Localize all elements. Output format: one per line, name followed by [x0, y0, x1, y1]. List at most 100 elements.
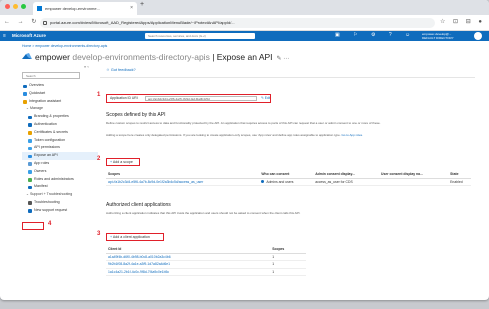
- feedback-label: ☺ Got feedback?: [106, 68, 136, 72]
- sidebar-item-new-support-request[interactable]: New support request: [22, 207, 98, 215]
- column-header[interactable]: Scopes: [106, 170, 260, 179]
- account-directory: DEFAULT DIRECTORY: [422, 36, 454, 40]
- table-cell: Admins and users: [259, 178, 314, 186]
- menu-item-icon: [28, 178, 32, 182]
- add-client-label: Add a client application: [112, 235, 150, 239]
- sidebar-item-expose-an-api[interactable]: Expose an API: [22, 152, 98, 160]
- page-title: empower develop-environments-directory-a…: [22, 52, 289, 62]
- clients-body: a1a49f4b-d6f0-4b98-b0c8-a010b2a3c4b6 1 9b2…: [106, 253, 306, 276]
- sidebar-item-label: Manage: [30, 106, 44, 111]
- menu-search-input[interactable]: Search: [22, 72, 80, 79]
- sidebar-item-label: Roles and administrators: [34, 176, 74, 181]
- browser-toolbar-icons[interactable]: ☆ ⊡ ⊟ ●: [440, 18, 485, 25]
- menu-item-icon: [28, 170, 32, 174]
- resource-menu: Search « ‹ Overview Quickstart Integration …: [22, 64, 98, 274]
- new-tab-button[interactable]: +: [140, 1, 144, 8]
- avatar[interactable]: [474, 32, 482, 40]
- azure-brand[interactable]: Microsoft Azure: [12, 33, 46, 38]
- minimize-window-button[interactable]: [13, 4, 18, 9]
- table-cell: [379, 178, 449, 186]
- account-info[interactable]: empower-develop@... DEFAULT DIRECTORY: [422, 32, 454, 40]
- sidebar-item-integration-assistant[interactable]: Integration assistant: [22, 98, 98, 106]
- sidebar-item-quickstart[interactable]: Quickstart: [22, 90, 98, 98]
- sidebar-item-manage[interactable]: ⌄ Manage: [22, 105, 98, 113]
- menu-item-icon: [28, 162, 32, 166]
- azure-favicon-icon: [37, 6, 42, 11]
- column-header[interactable]: Scopes: [270, 245, 306, 254]
- sidebar-item-label: API permissions: [34, 145, 60, 150]
- menu-item-icon: [28, 115, 32, 120]
- portal-tool-icons[interactable]: ▣ ⚐ ⚙ ? ☺: [335, 32, 416, 38]
- column-header[interactable]: Client Id: [106, 245, 271, 254]
- menu-item-icon: [28, 185, 32, 190]
- url-text: portal.azure.com/#view/Microsoft_AAD_Reg…: [50, 20, 235, 25]
- column-header[interactable]: User consent display na...: [379, 170, 449, 179]
- clients-heading: Authorized client applications: [106, 202, 171, 208]
- menu-item-icon: [28, 139, 32, 143]
- client-id-link[interactable]: 9b2b1f08-8a2f-4a1e-a3f9-1d7a82a4d6e1: [106, 260, 271, 269]
- client-id-link[interactable]: a1a49f4b-d6f0-4b98-b0c8-a010b2a3c4b6: [106, 253, 271, 261]
- sidebar-item-token-configuration[interactable]: Token configuration: [22, 137, 98, 145]
- step-marker-3: 3: [97, 231, 101, 237]
- scopes-header-row: Scopes Who can consent Admin consent displ…: [106, 170, 471, 179]
- feedback-link[interactable]: ☺ Got feedback?: [106, 68, 136, 72]
- sidebar-item-label: Support + Troubleshooting: [30, 192, 73, 197]
- table-cell: access_as_user for CDS: [313, 178, 379, 186]
- step-marker-4: 4: [48, 221, 52, 227]
- sidebar-item-authentication[interactable]: Authentication: [22, 121, 98, 129]
- sidebar-item-label: Authentication: [34, 121, 57, 126]
- scopes-table: Scopes Who can consent Admin consent displ…: [106, 170, 471, 186]
- column-header[interactable]: Admin consent display...: [313, 170, 379, 179]
- browser-tab[interactable]: empower develop-environme... ×: [33, 2, 137, 15]
- sidebar-item-label: Token configuration: [34, 137, 66, 142]
- title-actions-icon[interactable]: ✎ ···: [277, 56, 290, 62]
- table-row[interactable]: api://a1b2c3d4-e5f6-4a7b-8c9d-0e1f2a3b4c…: [106, 178, 471, 186]
- sidebar-item-branding-properties[interactable]: Branding & properties: [22, 113, 98, 121]
- sidebar-item-roles-and-administrators[interactable]: Roles and administrators: [22, 176, 98, 184]
- manifest-highlight: [22, 222, 44, 230]
- menu-item-icon: [28, 209, 32, 213]
- menu-item-icon: [28, 154, 32, 159]
- sidebar-item-support-troubleshooting[interactable]: ⌄ Support + Troubleshooting: [22, 191, 98, 199]
- sidebar-item-overview[interactable]: Overview: [22, 82, 98, 90]
- scopes-note: Adding a scope here creates only delegat…: [106, 133, 436, 137]
- sidebar-item-certificates-secrets[interactable]: Certificates & secrets: [22, 129, 98, 137]
- table-row[interactable]: 1a1c4a21-2b1f-4c0c-9f8d-7f4a9c0e1b5c 1: [106, 268, 306, 276]
- collapse-menu-icon[interactable]: « ‹: [84, 64, 89, 69]
- column-header[interactable]: State: [448, 170, 471, 179]
- tab-close-icon[interactable]: ×: [130, 2, 133, 15]
- table-row[interactable]: 9b2b1f08-8a2f-4a1e-a3f9-1d7a82a4d6e1 1: [106, 260, 306, 269]
- url-field[interactable]: portal.azure.com/#view/Microsoft_AAD_Reg…: [40, 18, 435, 28]
- add-client-application-button[interactable]: + Add a client application: [106, 233, 164, 241]
- column-header[interactable]: Who can consent: [259, 170, 314, 179]
- scope-count: 1: [270, 268, 306, 276]
- portal-menu-icon[interactable]: ≡: [3, 33, 6, 39]
- clients-table: Client Id Scopes a1a49f4b-d6f0-4b98-b0c8-…: [106, 245, 306, 276]
- sidebar-item-troubleshooting[interactable]: Troubleshooting: [22, 199, 98, 207]
- sidebar-item-label: App roles: [34, 160, 50, 165]
- azure-top-bar: ≡ Microsoft Azure Search resources, serv…: [0, 31, 489, 41]
- maximize-window-button[interactable]: [21, 4, 26, 9]
- sidebar-item-api-permissions[interactable]: API permissions: [22, 144, 98, 152]
- menu-item-icon: [23, 100, 27, 104]
- sidebar-item-manifest[interactable]: Manifest: [22, 183, 98, 191]
- app-roles-link[interactable]: Go to App roles.: [341, 133, 363, 137]
- app-registration-icon: [22, 53, 32, 59]
- breadcrumb[interactable]: Home > empower develop-environments-dire…: [22, 44, 107, 48]
- add-scope-button[interactable]: + Add a scope: [106, 158, 140, 166]
- scopes-description: Define custom scopes to restrict access …: [106, 121, 381, 125]
- app-id-uri-edit-button[interactable]: ✎ Edit: [261, 95, 270, 102]
- close-window-button[interactable]: [5, 4, 10, 9]
- add-scope-label: Add a scope: [112, 160, 133, 164]
- scope-link[interactable]: api://a1b2c3d4-e5f6-4a7b-8c9d-0e1f2a3b4c…: [106, 178, 260, 186]
- sidebar-item-label: Integration assistant: [29, 98, 62, 103]
- menu-item-icon: [28, 131, 32, 135]
- app-id-uri-field[interactable]: api://a1b2c3d4-e5f6-4a7b-8c9d-0e1f2a3b4c…: [145, 96, 257, 101]
- cell-text: api://a1b2c3d4-e5f6-4a7b-8c9d-0e1f2a3b4c…: [108, 179, 204, 184]
- global-search-input[interactable]: Search resources, services, and docs (G+…: [145, 33, 255, 39]
- sidebar-item-app-roles[interactable]: App roles: [22, 160, 98, 168]
- client-id-link[interactable]: 1a1c4a21-2b1f-4c0c-9f8d-7f4a9c0e1b5c: [106, 268, 271, 276]
- cell-text: Admins and users: [266, 179, 294, 184]
- sidebar-item-owners[interactable]: Owners: [22, 168, 98, 176]
- table-row[interactable]: a1a49f4b-d6f0-4b98-b0c8-a010b2a3c4b6 1: [106, 253, 306, 261]
